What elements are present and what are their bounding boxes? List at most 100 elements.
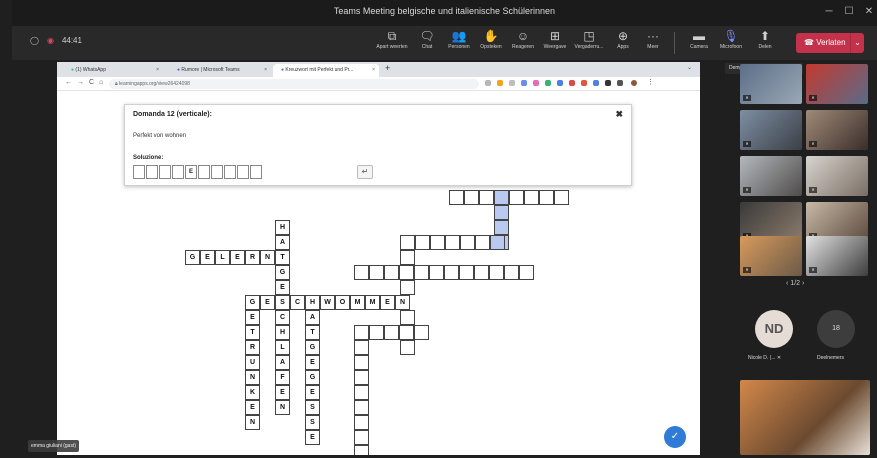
close-icon[interactable]: ✖ <box>615 109 623 120</box>
crossword-cell[interactable]: L <box>275 340 290 355</box>
more-button[interactable]: ··· Meer <box>633 28 673 58</box>
crossword-cell[interactable]: M <box>350 295 365 310</box>
crossword-cell[interactable]: E <box>305 430 320 445</box>
minimize-icon[interactable]: ─ <box>820 4 838 20</box>
crossword-cell[interactable] <box>444 265 459 280</box>
crossword-cell[interactable]: E <box>305 355 320 370</box>
crossword-cell[interactable]: T <box>305 325 320 340</box>
crossword-cell[interactable] <box>459 265 474 280</box>
crossword-cell[interactable] <box>414 265 429 280</box>
crossword-cell[interactable] <box>369 265 384 280</box>
crossword-cell[interactable] <box>384 325 399 340</box>
crossword-cell[interactable]: E <box>200 250 215 265</box>
crossword-cell[interactable]: S <box>275 295 290 310</box>
crossword-cell[interactable] <box>354 370 369 385</box>
crossword-cell[interactable] <box>354 265 369 280</box>
solution-box[interactable] <box>237 165 249 179</box>
chevron-down-icon[interactable]: ⌄ <box>687 64 692 71</box>
crossword-cell[interactable] <box>449 190 464 205</box>
crossword-cell[interactable]: G <box>185 250 200 265</box>
crossword-cell[interactable] <box>504 265 519 280</box>
close-tab-icon[interactable]: × <box>156 64 159 77</box>
crossword-cell[interactable] <box>400 340 415 355</box>
crossword-cell[interactable] <box>474 265 489 280</box>
crossword-cell[interactable] <box>399 265 414 280</box>
self-video[interactable] <box>740 380 870 455</box>
nav-buttons[interactable]: ←→C⌂ <box>65 79 108 86</box>
crossword-cell[interactable]: A <box>275 235 290 250</box>
crossword-cell[interactable]: G <box>245 295 260 310</box>
crossword-cell[interactable]: E <box>305 385 320 400</box>
crossword-cell[interactable] <box>475 235 490 250</box>
extension-icon[interactable] <box>581 80 587 86</box>
crossword-cell[interactable]: E <box>245 310 260 325</box>
extension-icon[interactable] <box>605 80 611 86</box>
participant-count-avatar[interactable]: 18 <box>817 310 855 348</box>
crossword-cell[interactable] <box>430 235 445 250</box>
solution-box[interactable] <box>211 165 223 179</box>
crossword-cell[interactable] <box>369 325 384 340</box>
solution-box[interactable] <box>159 165 171 179</box>
crossword-cell[interactable]: A <box>275 355 290 370</box>
crossword-cell[interactable]: F <box>275 370 290 385</box>
crossword-cell[interactable]: L <box>215 250 230 265</box>
crossword-cell[interactable]: N <box>395 295 410 310</box>
solution-box[interactable] <box>224 165 236 179</box>
crossword-cell[interactable]: M <box>365 295 380 310</box>
crossword-cell[interactable]: R <box>245 340 260 355</box>
crossword-cell[interactable]: E <box>275 280 290 295</box>
new-tab-icon[interactable]: + <box>385 63 390 73</box>
participant-pager[interactable]: ‹ 1/2 › <box>786 280 804 287</box>
enter-icon[interactable]: ↵ <box>357 165 373 179</box>
participant-video[interactable]: ✕ <box>806 156 868 196</box>
participant-video[interactable]: ✕ <box>740 156 802 196</box>
crossword-cell[interactable] <box>415 235 430 250</box>
crossword-cell[interactable]: N <box>245 415 260 430</box>
crossword-cell[interactable]: H <box>275 220 290 235</box>
crossword-cell[interactable]: G <box>305 370 320 385</box>
crossword-cell[interactable] <box>354 430 369 445</box>
popout-button[interactable]: ⧉ Apart weerten <box>372 28 412 58</box>
extension-icon[interactable] <box>557 80 563 86</box>
crossword-cell[interactable]: R <box>245 250 260 265</box>
crossword-cell[interactable] <box>509 190 524 205</box>
crossword-cell[interactable] <box>445 235 460 250</box>
crossword-cell[interactable] <box>400 235 415 250</box>
browser-tab[interactable]: ● Rumore | Microsoft Teams × <box>169 64 271 77</box>
crossword-cell[interactable] <box>524 190 539 205</box>
crossword-cell[interactable]: E <box>230 250 245 265</box>
crossword-cell[interactable] <box>414 325 429 340</box>
crossword-cell[interactable]: T <box>275 250 290 265</box>
close-icon[interactable]: ✕ <box>860 4 877 20</box>
crossword-cell[interactable] <box>554 190 569 205</box>
crossword-cell[interactable]: G <box>275 265 290 280</box>
crossword-cell[interactable] <box>354 400 369 415</box>
crossword-cell[interactable]: E <box>275 385 290 400</box>
crossword-cell[interactable]: N <box>245 370 260 385</box>
crossword-cell[interactable]: K <box>245 385 260 400</box>
crossword-cell[interactable] <box>400 280 415 295</box>
crossword-cell[interactable]: E <box>260 295 275 310</box>
browser-tab[interactable]: ● (1) WhatsApp × <box>63 64 163 77</box>
solution-box[interactable] <box>172 165 184 179</box>
extension-icon[interactable] <box>533 80 539 86</box>
chevron-down-icon[interactable]: ⌄ <box>850 33 864 53</box>
extension-icon[interactable] <box>545 80 551 86</box>
crossword-cell[interactable] <box>384 265 399 280</box>
leave-button[interactable]: ☎ Verlaten ⌄ <box>796 33 864 53</box>
crossword-cell[interactable]: E <box>245 400 260 415</box>
extension-icon[interactable] <box>569 80 575 86</box>
participant-video[interactable]: ✕ <box>740 236 802 276</box>
crossword-cell[interactable] <box>494 190 509 205</box>
crossword-cell[interactable] <box>479 190 494 205</box>
participant-video[interactable]: ✕ <box>806 64 868 104</box>
solution-box[interactable]: E <box>185 165 197 179</box>
crossword-cell[interactable] <box>490 235 505 250</box>
crossword-cell[interactable]: G <box>305 340 320 355</box>
close-tab-icon[interactable]: × <box>372 64 375 77</box>
crossword-cell[interactable] <box>494 220 509 235</box>
participant-video[interactable]: ✕ <box>740 110 802 150</box>
crossword-cell[interactable] <box>354 355 369 370</box>
crossword-cell[interactable]: S <box>305 400 320 415</box>
crossword-cell[interactable] <box>460 235 475 250</box>
